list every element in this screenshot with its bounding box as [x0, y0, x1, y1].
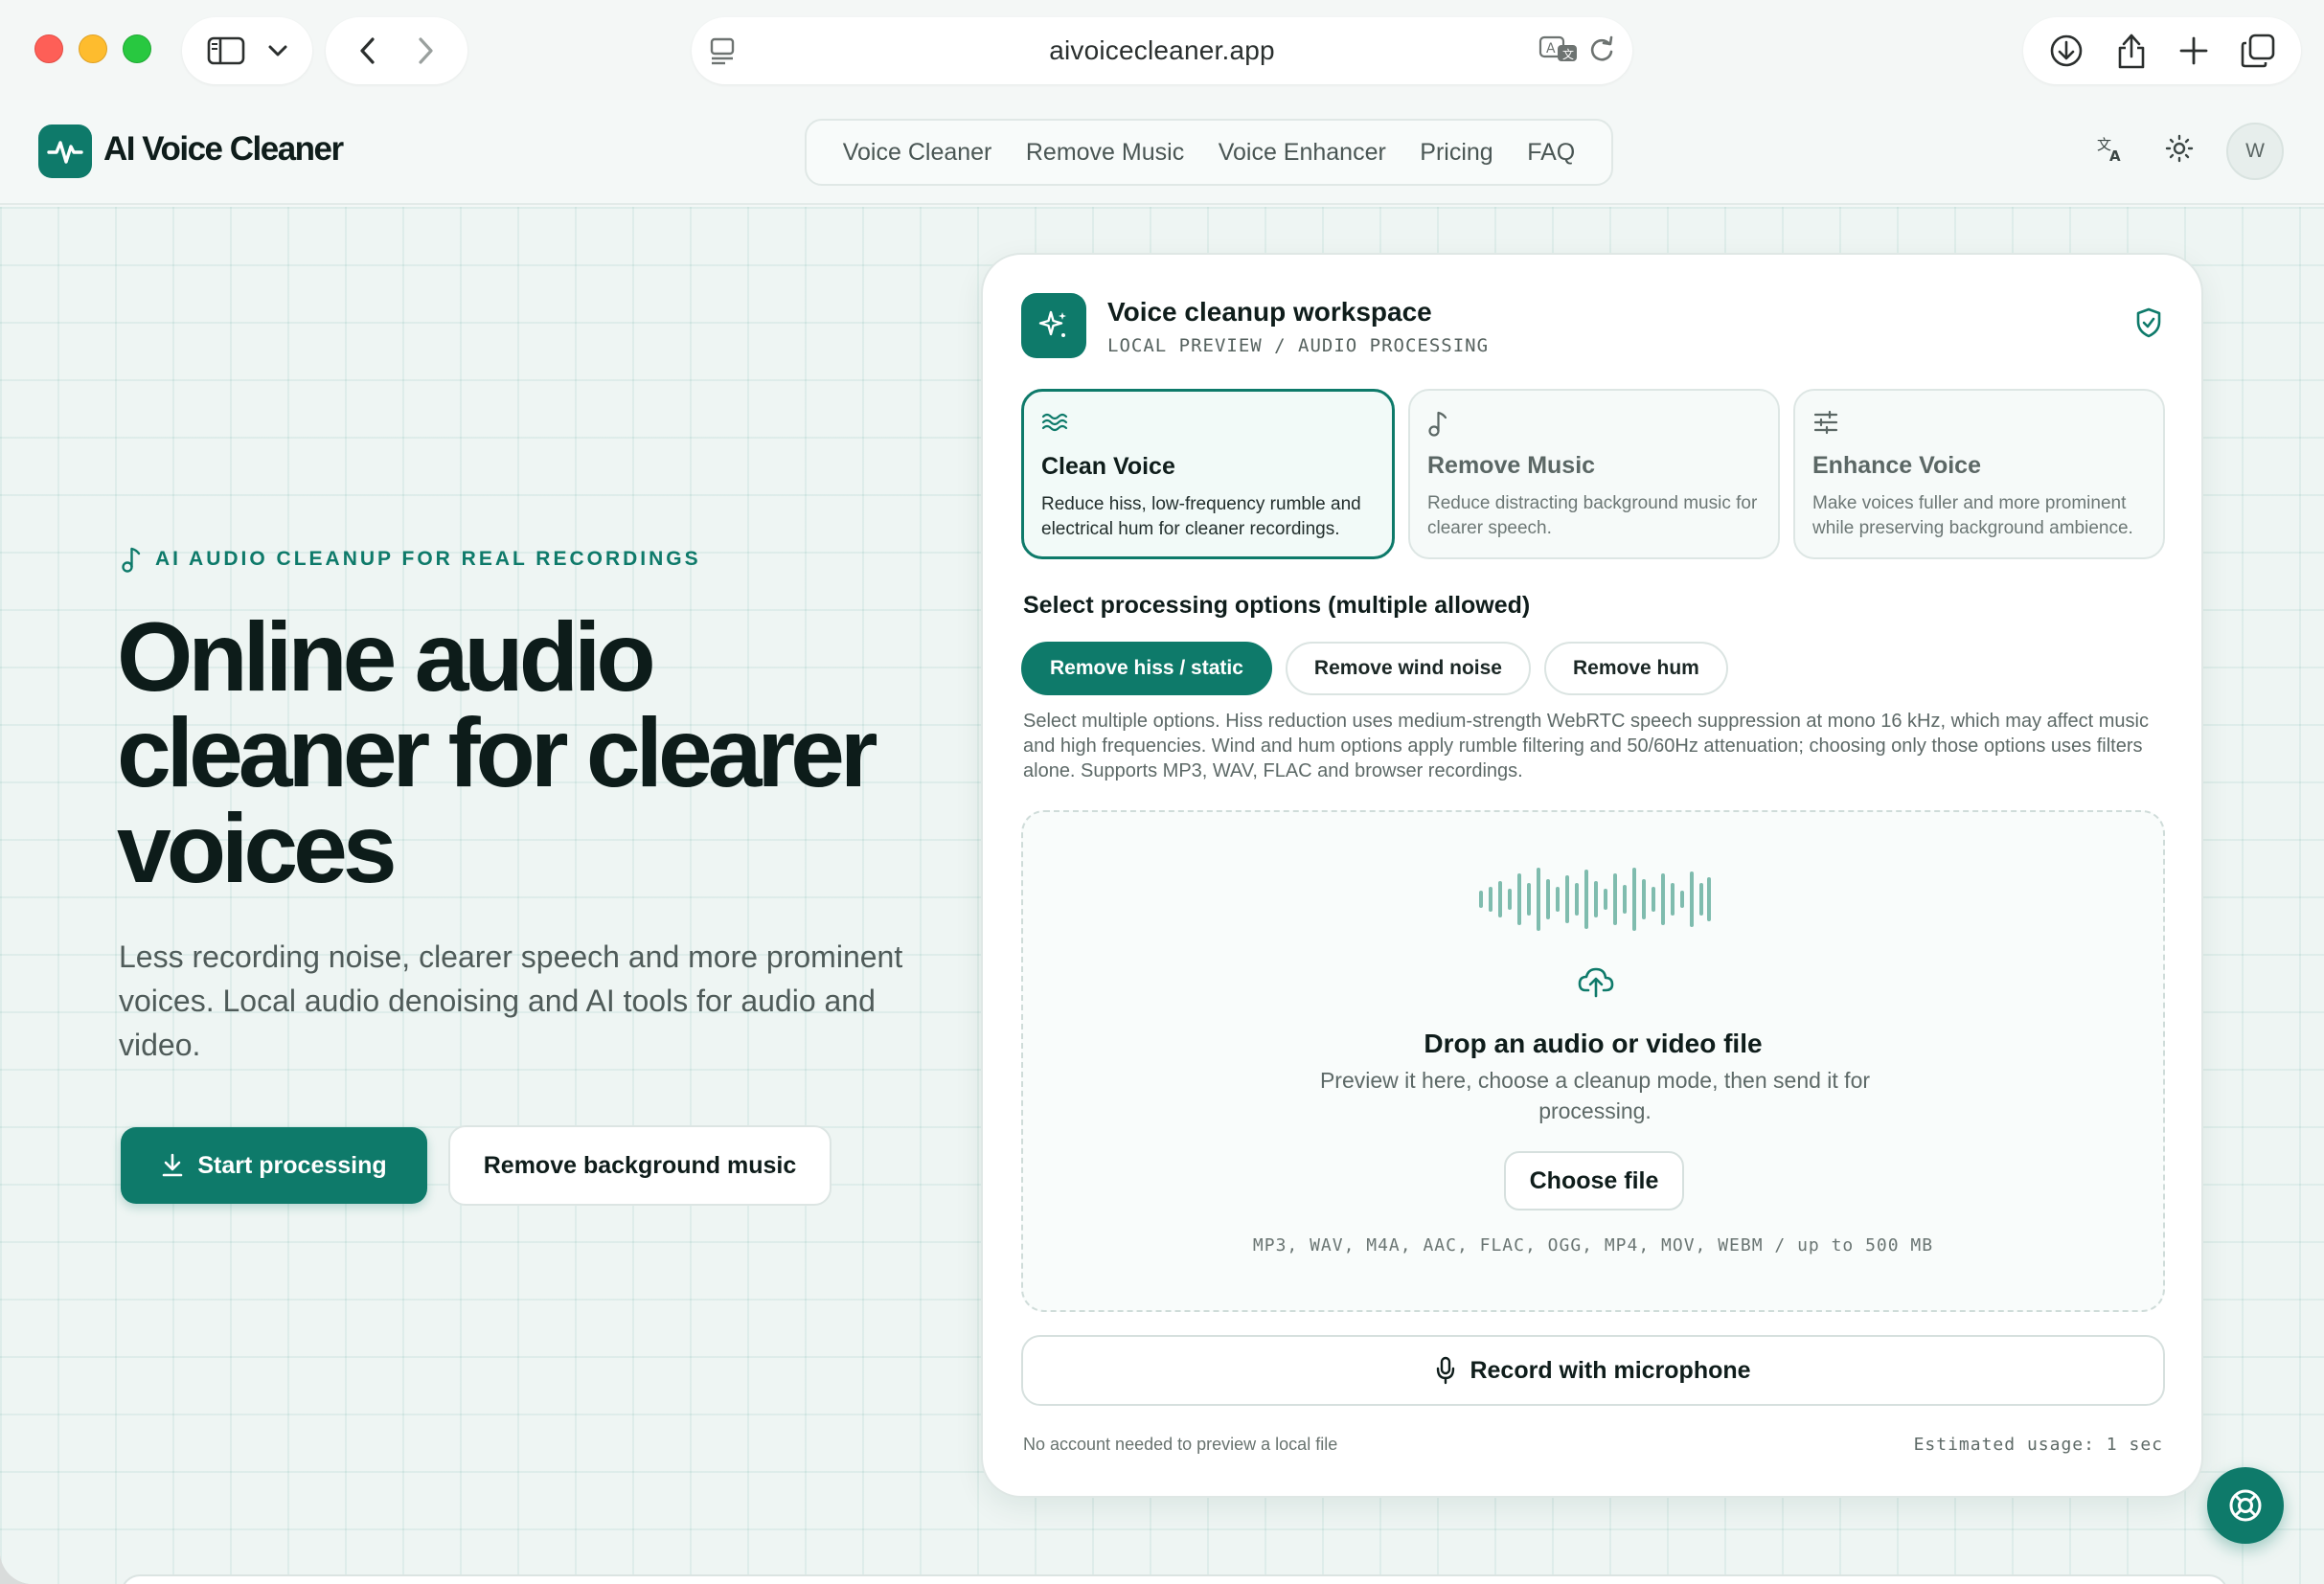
downloads-icon[interactable]: [2048, 33, 2085, 69]
page-menu-icon[interactable]: [709, 36, 736, 70]
supported-formats: MP3, WAV, M4A, AAC, FLAC, OGG, MP4, MOV,…: [1252, 1235, 1934, 1256]
choose-file-button[interactable]: Choose file: [1504, 1151, 1684, 1211]
remove-background-music-button[interactable]: Remove background music: [448, 1125, 832, 1206]
chevron-down-icon[interactable]: [267, 44, 288, 57]
back-icon[interactable]: [358, 35, 377, 66]
option-remove-hiss[interactable]: Remove hiss / static: [1021, 642, 1272, 695]
svg-text:A: A: [2109, 147, 2121, 163]
mode-remove-music[interactable]: Remove Music Reduce distracting backgrou…: [1408, 389, 1780, 559]
drop-title: Drop an audio or video file: [1424, 1029, 1763, 1058]
lifebuoy-icon: [2226, 1486, 2265, 1525]
sidebar-icon[interactable]: [207, 35, 245, 66]
microphone-icon: [1435, 1356, 1456, 1385]
waves-icon: [1041, 411, 1375, 440]
brand-name[interactable]: AI Voice Cleaner: [103, 130, 344, 169]
record-microphone-button[interactable]: Record with microphone: [1021, 1335, 2165, 1406]
zoom-window-button[interactable]: [123, 34, 151, 63]
workspace-subtitle: LOCAL PREVIEW / AUDIO PROCESSING: [1107, 335, 1490, 356]
hero-eyebrow-text: AI AUDIO CLEANUP FOR REAL RECORDINGS: [155, 548, 701, 570]
site-header: AI Voice Cleaner Voice Cleaner Remove Mu…: [0, 100, 2324, 205]
shield-check-icon: [2134, 306, 2163, 344]
svg-text:A: A: [1546, 41, 1556, 57]
option-remove-wind-noise[interactable]: Remove wind noise: [1285, 642, 1531, 695]
workspace-title: Voice cleanup workspace: [1107, 297, 1432, 327]
next-section-edge: [121, 1574, 2228, 1584]
mode-title: Enhance Voice: [1812, 452, 1981, 479]
nav-pricing[interactable]: Pricing: [1420, 139, 1492, 167]
minimize-window-button[interactable]: [79, 34, 107, 63]
theme-toggle-icon[interactable]: [2165, 134, 2194, 168]
share-icon[interactable]: [2115, 32, 2148, 70]
hero-subtitle: Less recording noise, clearer speech and…: [119, 939, 903, 1062]
estimated-usage: Estimated usage: 1 sec: [1913, 1435, 2163, 1455]
logo-icon[interactable]: [38, 124, 92, 178]
browser-actions: [2023, 17, 2301, 84]
hero-eyebrow: AI AUDIO CLEANUP FOR REAL RECORDINGS: [121, 546, 701, 573]
nav-faq[interactable]: FAQ: [1527, 139, 1575, 167]
no-account-note: No account needed to preview a local fil…: [1023, 1435, 1338, 1454]
waveform-icon: [1479, 868, 1711, 931]
avatar[interactable]: W: [2226, 123, 2284, 180]
history-nav-group: [326, 17, 467, 84]
mode-clean-voice[interactable]: Clean Voice Reduce hiss, low-frequency r…: [1021, 389, 1395, 559]
nav-remove-music[interactable]: Remove Music: [1026, 139, 1184, 167]
nav-voice-enhancer[interactable]: Voice Enhancer: [1219, 139, 1386, 167]
mode-enhance-voice[interactable]: Enhance Voice Make voices fuller and mor…: [1793, 389, 2165, 559]
reload-icon[interactable]: [1588, 34, 1615, 63]
nav-voice-cleaner[interactable]: Voice Cleaner: [843, 139, 992, 167]
help-button[interactable]: [2207, 1467, 2284, 1544]
address-bar[interactable]: aivoicecleaner.app A文: [692, 17, 1632, 84]
main-nav: Voice Cleaner Remove Music Voice Enhance…: [805, 119, 1613, 186]
record-label: Record with microphone: [1470, 1356, 1751, 1384]
close-window-button[interactable]: [34, 34, 63, 63]
mode-title: Remove Music: [1427, 452, 1596, 479]
tab-overview-icon[interactable]: [2240, 33, 2276, 69]
mode-description: Make voices fuller and more prominent wh…: [1812, 493, 2133, 538]
download-icon: [161, 1153, 184, 1178]
new-tab-icon[interactable]: [2178, 35, 2209, 66]
language-icon[interactable]: 文A: [2096, 134, 2125, 168]
drop-description: Preview it here, choose a cleanup mode, …: [1319, 1068, 1871, 1123]
mode-title: Clean Voice: [1041, 453, 1175, 480]
translate-page-icon[interactable]: A文: [1538, 34, 1579, 63]
options-label: Select processing options (multiple allo…: [1023, 592, 1531, 619]
sidebar-toggle-group: [182, 17, 312, 84]
cloud-upload-icon: [1577, 965, 1615, 1003]
hero-title: Online audio cleaner for clearer voices: [117, 602, 878, 903]
forward-icon[interactable]: [416, 35, 435, 66]
option-remove-hum[interactable]: Remove hum: [1543, 642, 1728, 695]
sliders-icon: [1812, 410, 2146, 439]
main-content: AI AUDIO CLEANUP FOR REAL RECORDINGS Onl…: [0, 207, 2324, 1584]
processing-options: Remove hiss / static Remove wind noise R…: [1021, 642, 1728, 695]
mode-description: Reduce hiss, low-frequency rumble and el…: [1041, 494, 1361, 539]
svg-text:文: 文: [1562, 47, 1574, 61]
browser-window: aivoicecleaner.app A文 AI Voice Cleaner V…: [0, 0, 2324, 1584]
file-drop-zone[interactable]: Drop an audio or video file Preview it h…: [1021, 810, 2165, 1312]
start-processing-button[interactable]: Start processing: [121, 1127, 427, 1204]
music-note-icon: [121, 546, 142, 573]
mode-description: Reduce distracting background music for …: [1427, 493, 1758, 538]
start-processing-label: Start processing: [197, 1151, 387, 1179]
options-help-text: Select multiple options. Hiss reduction …: [1023, 711, 2149, 781]
url-text: aivoicecleaner.app: [1049, 35, 1275, 65]
browser-toolbar: aivoicecleaner.app A文: [0, 0, 2324, 100]
workspace-card: Voice cleanup workspace LOCAL PREVIEW / …: [981, 253, 2203, 1498]
music-note-icon: [1427, 410, 1761, 439]
sparkles-icon: [1021, 293, 1086, 358]
mode-selector: Clean Voice Reduce hiss, low-frequency r…: [1021, 389, 2165, 559]
